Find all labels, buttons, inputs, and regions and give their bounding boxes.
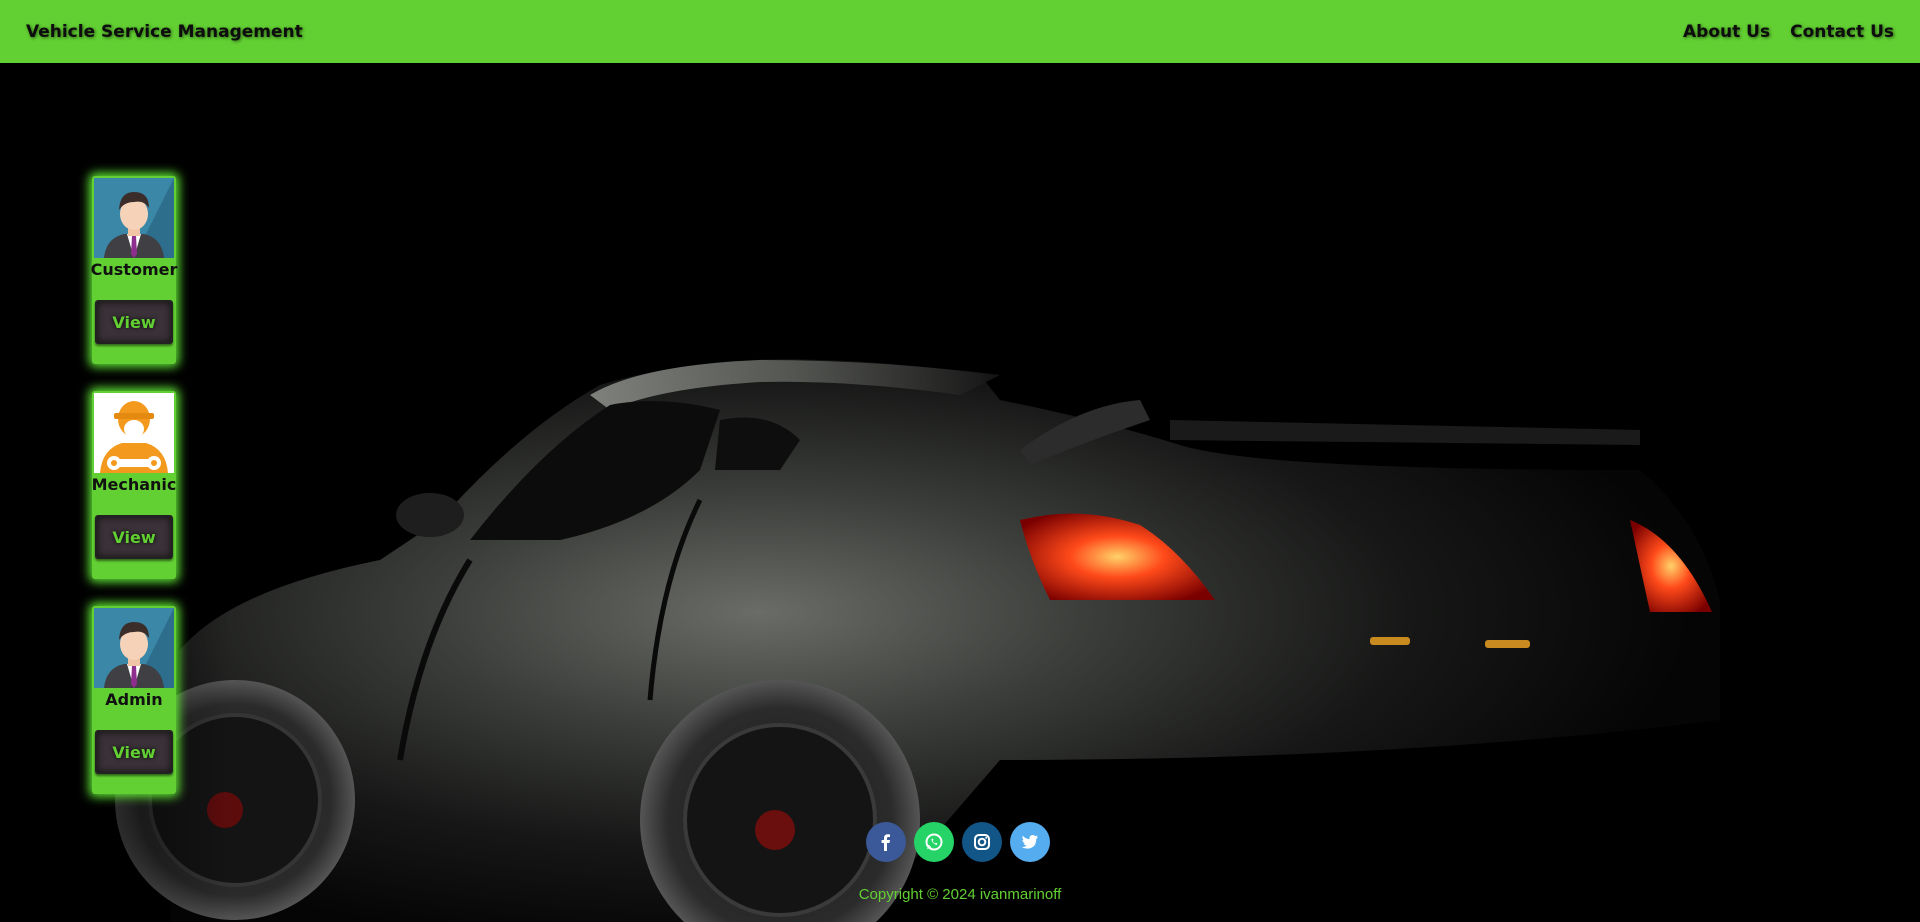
car-background-image bbox=[0, 63, 1920, 922]
facebook-icon bbox=[881, 834, 890, 851]
navbar: Vehicle Service Management About Us Cont… bbox=[0, 0, 1920, 63]
mechanic-card: Mechanic View bbox=[92, 391, 176, 579]
mechanic-view-button[interactable]: View bbox=[95, 515, 173, 559]
brand-link[interactable]: Vehicle Service Management bbox=[26, 22, 303, 42]
mechanic-role-label: Mechanic bbox=[91, 475, 177, 494]
customer-role-label: Customer bbox=[90, 260, 178, 279]
nav-contact-us-link[interactable]: Contact Us bbox=[1790, 22, 1894, 42]
instagram-icon bbox=[974, 834, 990, 850]
facebook-button[interactable] bbox=[866, 822, 906, 862]
instagram-button[interactable] bbox=[962, 822, 1002, 862]
admin-avatar-icon bbox=[94, 608, 174, 688]
whatsapp-button[interactable] bbox=[914, 822, 954, 862]
customer-card: Customer View bbox=[91, 176, 177, 364]
nav-about-us-link[interactable]: About Us bbox=[1683, 22, 1770, 42]
admin-view-button[interactable]: View bbox=[95, 730, 173, 774]
mechanic-avatar-icon bbox=[94, 393, 174, 473]
admin-card: Admin View bbox=[92, 606, 176, 794]
customer-avatar-icon bbox=[94, 178, 174, 258]
twitter-icon bbox=[1021, 835, 1038, 849]
copyright-text: Copyright © 2024 ivanmarinoff bbox=[858, 886, 1062, 903]
social-links bbox=[866, 822, 1050, 862]
admin-role-label: Admin bbox=[105, 690, 163, 709]
page: Vehicle Service Management About Us Cont… bbox=[0, 0, 1920, 922]
customer-view-button[interactable]: View bbox=[95, 300, 173, 344]
twitter-button[interactable] bbox=[1010, 822, 1050, 862]
nav-links: About Us Contact Us bbox=[1683, 22, 1894, 42]
whatsapp-icon bbox=[925, 833, 943, 851]
